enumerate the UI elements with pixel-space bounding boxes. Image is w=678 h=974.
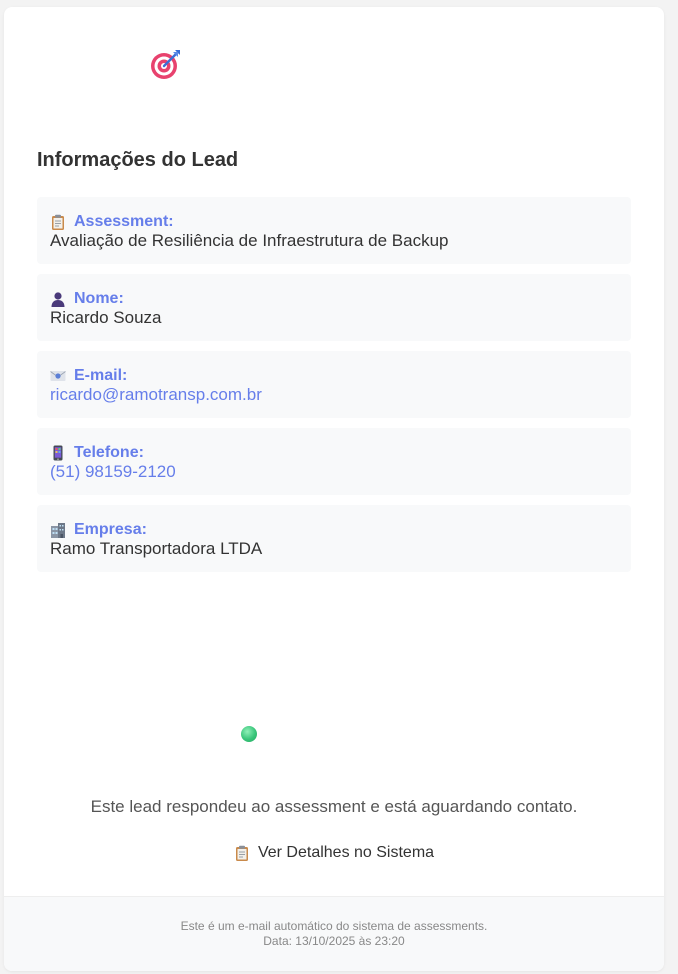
field-telefone: Telefone: (51) 98159-2120 xyxy=(37,428,631,495)
field-label: Telefone: xyxy=(74,444,144,461)
field-empresa: Empresa: Ramo Transportadora LTDA xyxy=(37,505,631,572)
section-title: Informações do Lead xyxy=(37,149,239,171)
field-label: E-mail: xyxy=(74,367,128,384)
email-link[interactable]: ricardo@ramotransp.com.br xyxy=(50,385,618,405)
field-label: Assessment: xyxy=(74,213,174,230)
clipboard-icon xyxy=(52,214,64,230)
field-assessment: Assessment: Avaliação de Resiliência de … xyxy=(37,197,631,264)
field-nome: Nome: Ricardo Souza xyxy=(37,274,631,341)
lead-info-section: Informações do Lead Assessment: Avaliaçã… xyxy=(37,147,631,582)
target-icon xyxy=(151,50,180,79)
view-details-label: Ver Detalhes no Sistema xyxy=(257,844,435,861)
field-value: Ricardo Souza xyxy=(50,308,162,327)
clipboard-icon xyxy=(235,845,248,861)
field-email: E-mail: ricardo@ramotransp.com.br xyxy=(37,351,631,418)
field-label: Nome: xyxy=(74,290,124,307)
footer-notice: Este é um e-mail automático do sistema d… xyxy=(180,919,488,933)
green-circle-icon xyxy=(241,726,257,742)
field-label: Empresa: xyxy=(74,521,147,538)
person-icon xyxy=(51,291,65,307)
status-message: Este lead respondeu ao assessment e está… xyxy=(90,797,578,816)
email-icon xyxy=(50,370,66,381)
email-header xyxy=(4,7,664,131)
building-icon xyxy=(51,522,65,538)
phone-link[interactable]: (51) 98159-2120 xyxy=(50,462,618,482)
footer-date: Data: 13/10/2025 às 23:20 xyxy=(263,934,405,948)
view-details-link[interactable]: Ver Detalhes no Sistema xyxy=(4,844,664,862)
email-card: Informações do Lead Assessment: Avaliaçã… xyxy=(4,7,664,971)
field-value: Ramo Transportadora LTDA xyxy=(50,539,263,558)
field-value: Avaliação de Resiliência de Infraestrutu… xyxy=(50,231,449,250)
phone-icon xyxy=(53,445,63,460)
email-footer: Este é um e-mail automático do sistema d… xyxy=(4,896,664,971)
